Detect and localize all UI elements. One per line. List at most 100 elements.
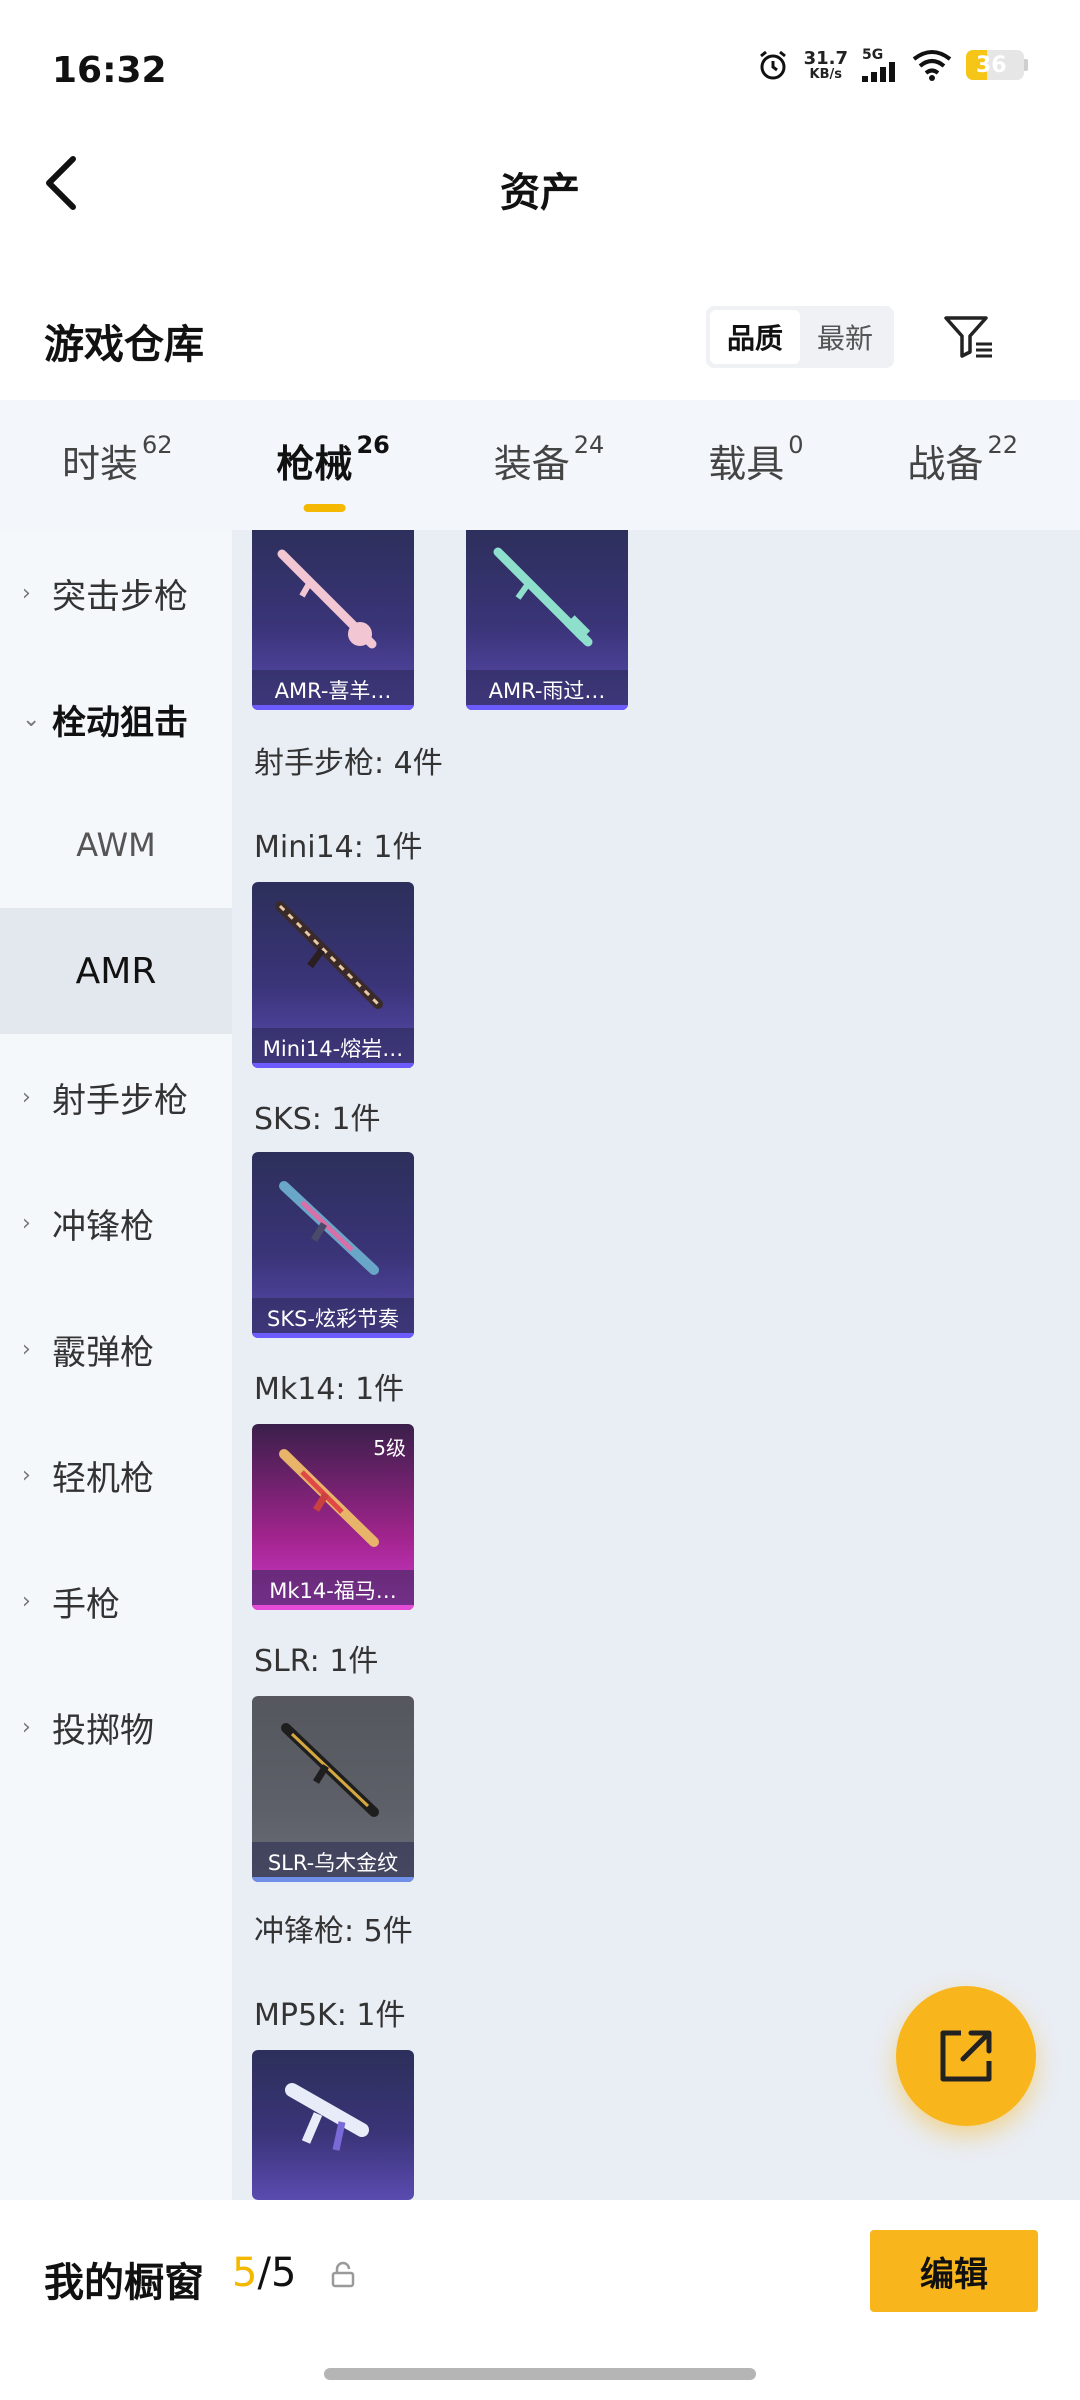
- sidebar-item-label: 手枪: [52, 1584, 120, 1625]
- tab-equipment[interactable]: 装备 24: [493, 430, 605, 498]
- showcase-total: 5: [270, 2250, 297, 2296]
- sidebar-item-marksman-rifle[interactable]: › 射手步枪: [0, 1034, 232, 1160]
- tab-vehicles[interactable]: 载具 0: [708, 430, 804, 498]
- battery-indicator: 36: [966, 50, 1028, 80]
- alarm-icon: [759, 50, 786, 80]
- category-tabs: 时装 62 枪械 26 装备 24 载具 0 战备 22: [0, 400, 1080, 530]
- group-label-slr: SLR: 1件: [254, 1644, 379, 1679]
- chevron-right-icon: ›: [22, 1084, 31, 1110]
- weapon-card[interactable]: Mini14-熔岩…: [252, 882, 414, 1068]
- sidebar-item-shotgun[interactable]: › 霰弹枪: [0, 1286, 232, 1412]
- network-speed-unit: KB/s: [809, 66, 843, 82]
- group-summary-smg: 冲锋枪: 5件: [254, 1914, 413, 1949]
- sidebar-item-label: 突击步枪: [52, 576, 188, 617]
- weapon-list: AMR-喜羊… AMR-雨过… 射手步枪: 4件 Mini14: 1件 Mini…: [232, 530, 1080, 2200]
- tab-count: 26: [356, 430, 390, 459]
- weapon-card[interactable]: SKS-炫彩节奏: [252, 1152, 414, 1338]
- sidebar-subitem-awm[interactable]: AWM: [0, 782, 232, 908]
- weapon-card[interactable]: [252, 2050, 414, 2200]
- chevron-right-icon: ›: [22, 1714, 31, 1740]
- sidebar-item-label: 轻机枪: [52, 1458, 154, 1499]
- tab-count: 22: [987, 430, 1018, 459]
- sidebar-item-label: 冲锋枪: [52, 1206, 154, 1247]
- warehouse-title: 游戏仓库: [44, 322, 204, 368]
- sort-toggle: 品质 最新: [706, 306, 894, 368]
- tab-label: 装备: [493, 441, 570, 486]
- battery-level: 36: [976, 52, 1007, 78]
- home-indicator[interactable]: [324, 2368, 756, 2380]
- sidebar-item-label: 投掷物: [52, 1710, 154, 1751]
- showcase-count: 5/5: [232, 2250, 296, 2296]
- rifle-icon: [279, 1181, 379, 1275]
- chevron-down-icon: ⌄: [22, 706, 41, 732]
- rifle-icon: [277, 549, 377, 649]
- sort-by-newest[interactable]: 最新: [800, 310, 890, 364]
- weapon-card[interactable]: 5级 Mk14-福马…: [252, 1424, 414, 1610]
- cell-signal-icon: [862, 62, 895, 82]
- rifle-icon: [493, 547, 593, 647]
- chevron-right-icon: ›: [22, 1462, 31, 1488]
- network-type: 5G: [862, 47, 884, 63]
- tab-fashion[interactable]: 时装 62: [61, 430, 173, 498]
- tab-label: 时装: [61, 441, 138, 486]
- chevron-right-icon: ›: [22, 1588, 31, 1614]
- weapon-card[interactable]: AMR-雨过…: [466, 530, 628, 710]
- tab-count: 0: [788, 430, 804, 459]
- sidebar-item-label: 射手步枪: [52, 1080, 188, 1121]
- tab-count: 62: [141, 430, 173, 459]
- signal-group: 5G: [862, 48, 898, 82]
- group-summary-marksman: 射手步枪: 4件: [254, 746, 443, 781]
- sidebar-item-smg[interactable]: › 冲锋枪: [0, 1160, 232, 1286]
- network-speed: 31.7 KB/s: [803, 47, 848, 82]
- tab-label: 枪械: [276, 441, 353, 486]
- share-external-icon: [940, 2030, 992, 2082]
- tab-label: 战备: [907, 441, 984, 486]
- group-label-mini14: Mini14: 1件: [254, 830, 423, 865]
- weapon-category-sidebar: › 突击步枪 ⌄ 栓动狙击 AWM AMR › 射手步枪 › 冲锋枪 › 霰弹枪…: [0, 530, 232, 2200]
- sidebar-item-assault-rifle[interactable]: › 突击步枪: [0, 530, 232, 656]
- wifi-icon: [912, 50, 952, 81]
- chevron-right-icon: ›: [22, 1210, 31, 1236]
- weapon-card-name: Mini14-熔岩…: [252, 1028, 414, 1068]
- tab-supplies[interactable]: 战备 22: [907, 430, 1018, 498]
- rifle-icon: [281, 1723, 379, 1817]
- battery-icon: 36: [966, 50, 1024, 80]
- group-label-mp5k: MP5K: 1件: [254, 1998, 406, 2033]
- sidebar-item-throwable[interactable]: › 投掷物: [0, 1664, 232, 1790]
- weapon-card[interactable]: SLR-乌木金纹: [252, 1696, 414, 1882]
- weapon-card-name: SKS-炫彩节奏: [252, 1298, 414, 1338]
- sort-by-quality[interactable]: 品质: [710, 310, 800, 364]
- chevron-right-icon: ›: [22, 580, 31, 606]
- sidebar-subitem-amr[interactable]: AMR: [0, 908, 232, 1034]
- tab-count: 24: [573, 430, 605, 459]
- weapon-card-name: SLR-乌木金纹: [252, 1842, 414, 1882]
- weapon-card-name: Mk14-福马…: [252, 1570, 414, 1610]
- chevron-right-icon: ›: [22, 1336, 31, 1362]
- filter-button[interactable]: [940, 308, 996, 364]
- lock-icon: [331, 2261, 355, 2288]
- sidebar-item-pistol[interactable]: › 手枪: [0, 1538, 232, 1664]
- weapon-card-name: AMR-喜羊…: [252, 670, 414, 710]
- edit-button[interactable]: 编辑: [870, 2230, 1038, 2312]
- showcase-bar: 我的橱窗 5/5 编辑: [0, 2200, 1080, 2400]
- rifle-icon: [275, 901, 383, 1009]
- group-label-sks: SKS: 1件: [254, 1102, 381, 1137]
- status-icons: 31.7 KB/s 5G 36: [756, 48, 1028, 82]
- weapon-level-badge: 5级: [373, 1436, 406, 1460]
- filter-icon: [944, 316, 992, 358]
- page-title: 资产: [500, 170, 580, 216]
- tab-firearms[interactable]: 枪械 26: [276, 430, 390, 498]
- group-label-mk14: Mk14: 1件: [254, 1372, 405, 1407]
- network-speed-value: 31.7: [803, 47, 848, 69]
- sidebar-item-lmg[interactable]: › 轻机枪: [0, 1412, 232, 1538]
- showcase-separator: /: [257, 2250, 271, 2296]
- sidebar-item-bolt-sniper[interactable]: ⌄ 栓动狙击: [0, 656, 232, 782]
- sidebar-item-label: 霰弹枪: [52, 1332, 154, 1373]
- tab-label: 载具: [708, 441, 785, 486]
- sidebar-item-label: 栓动狙击: [52, 702, 188, 743]
- share-fab[interactable]: [896, 1986, 1036, 2126]
- status-time: 16:32: [52, 50, 167, 91]
- smg-icon: [285, 2083, 369, 2151]
- weapon-card[interactable]: AMR-喜羊…: [252, 530, 414, 710]
- status-bar: 16:32 31.7 KB/s 5G 36: [0, 0, 1080, 140]
